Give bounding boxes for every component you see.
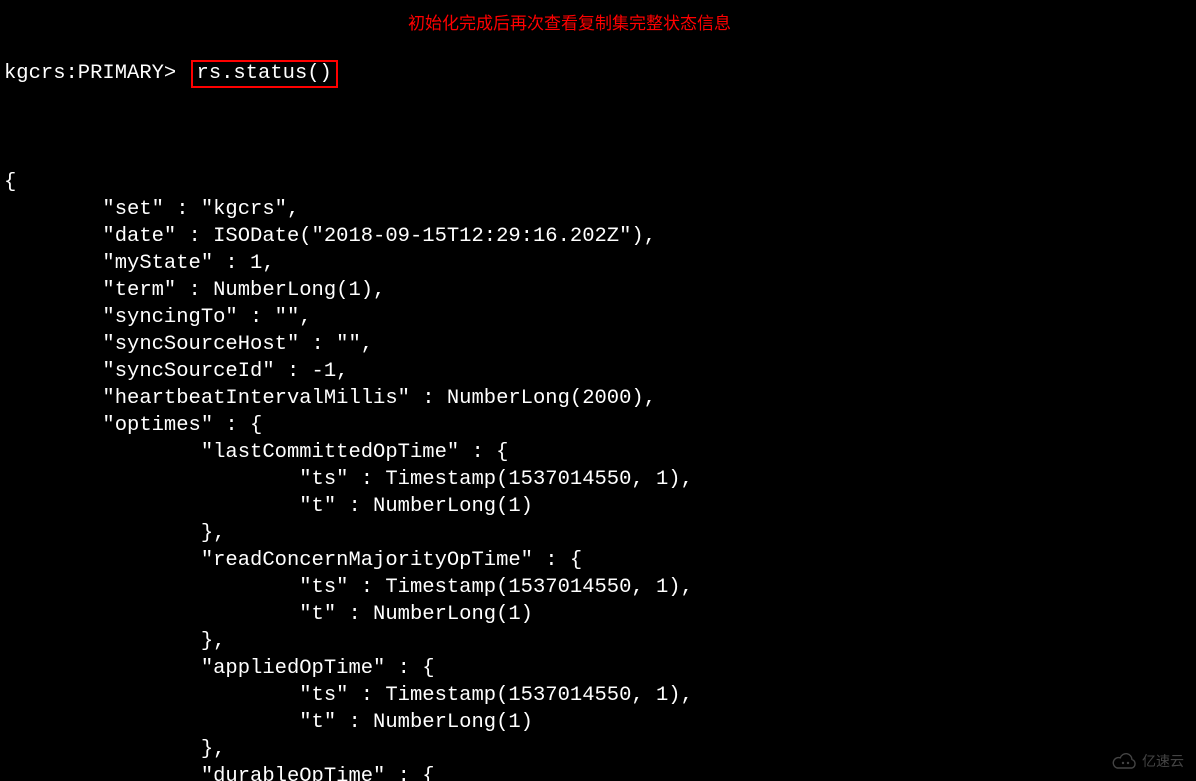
terminal-window[interactable]: kgcrs:PRIMARY> rs.status() 初始化完成后再次查看复制集… [0, 0, 1196, 781]
output-line: "t" : NumberLong(1) [4, 601, 1192, 628]
output-line: { [4, 169, 1192, 196]
annotation-label: 初始化完成后再次查看复制集完整状态信息 [408, 10, 731, 37]
shell-prompt: kgcrs:PRIMARY> [4, 62, 189, 85]
output-line: "ts" : Timestamp(1537014550, 1), [4, 574, 1192, 601]
output-line: "term" : NumberLong(1), [4, 277, 1192, 304]
output-line: "optimes" : { [4, 412, 1192, 439]
watermark: 亿速云 [1112, 751, 1184, 771]
terminal-output: { "set" : "kgcrs", "date" : ISODate("201… [4, 169, 1192, 781]
cloud-icon [1112, 752, 1138, 770]
output-line: "syncSourceHost" : "", [4, 331, 1192, 358]
output-line: "lastCommittedOpTime" : { [4, 439, 1192, 466]
command-text: rs.status() [191, 60, 338, 88]
watermark-text: 亿速云 [1142, 751, 1184, 771]
output-line: "t" : NumberLong(1) [4, 493, 1192, 520]
output-line: "t" : NumberLong(1) [4, 709, 1192, 736]
output-line: "heartbeatIntervalMillis" : NumberLong(2… [4, 385, 1192, 412]
output-line: "ts" : Timestamp(1537014550, 1), [4, 682, 1192, 709]
output-line: }, [4, 736, 1192, 763]
output-line: "readConcernMajorityOpTime" : { [4, 547, 1192, 574]
output-line: "appliedOpTime" : { [4, 655, 1192, 682]
output-line: "ts" : Timestamp(1537014550, 1), [4, 466, 1192, 493]
command-line: kgcrs:PRIMARY> rs.status() [4, 60, 1192, 88]
output-line: "myState" : 1, [4, 250, 1192, 277]
output-line: "set" : "kgcrs", [4, 196, 1192, 223]
output-line: "syncSourceId" : -1, [4, 358, 1192, 385]
output-line: "syncingTo" : "", [4, 304, 1192, 331]
output-line: }, [4, 520, 1192, 547]
output-line: "durableOpTime" : { [4, 763, 1192, 781]
output-line: }, [4, 628, 1192, 655]
output-line: "date" : ISODate("2018-09-15T12:29:16.20… [4, 223, 1192, 250]
